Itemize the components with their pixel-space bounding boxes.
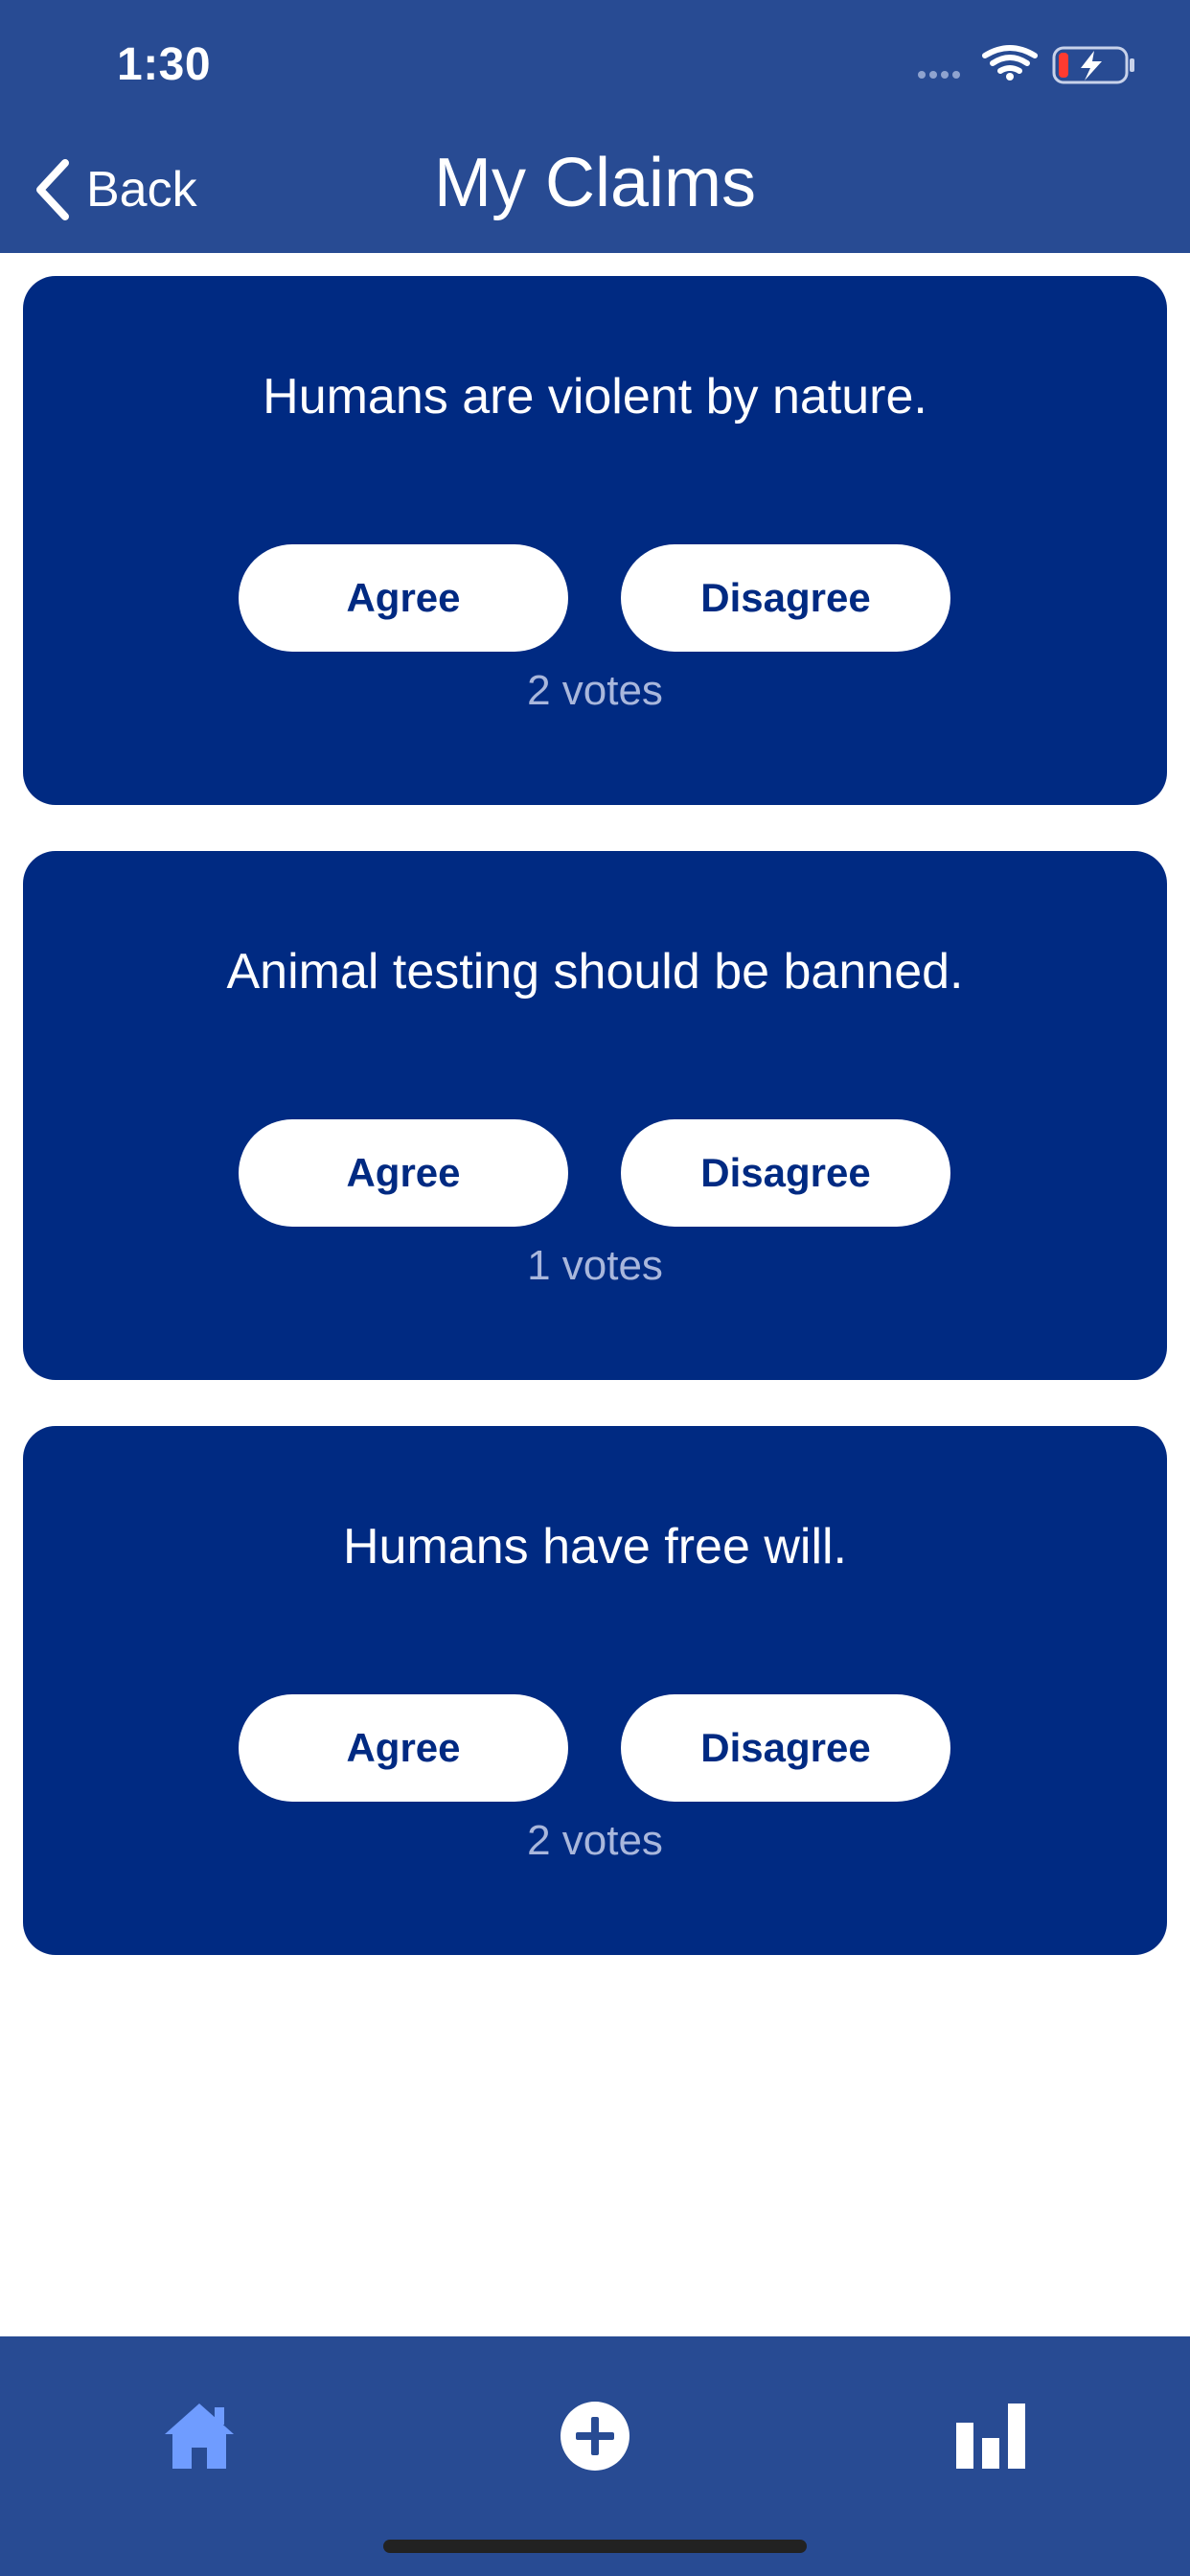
tab-add-claim[interactable] (547, 2388, 643, 2484)
bar-chart-icon (956, 2404, 1025, 2469)
disagree-button[interactable]: Disagree (621, 1694, 950, 1802)
status-bar: 1:30 (0, 0, 1190, 126)
home-icon (165, 2404, 234, 2469)
battery-charging-icon (1052, 46, 1134, 84)
add-circle-icon (561, 2402, 629, 2471)
vote-count: 1 votes (527, 1242, 663, 1289)
claims-list: Humans are violent by nature. Agree Disa… (23, 276, 1167, 2001)
status-time: 1:30 (117, 39, 212, 90)
navigation-bar: Back My Claims (0, 126, 1190, 253)
status-icons (918, 45, 1134, 84)
claim-text: Humans are violent by nature. (263, 369, 927, 425)
tab-stats[interactable] (943, 2388, 1039, 2484)
wifi-icon (982, 45, 1038, 74)
vote-count: 2 votes (527, 667, 663, 714)
home-indicator (383, 2540, 807, 2553)
tab-home[interactable] (151, 2388, 247, 2484)
signal-dots-icon (918, 71, 960, 79)
agree-button[interactable]: Agree (239, 1119, 568, 1227)
agree-button[interactable]: Agree (239, 1694, 568, 1802)
claim-card: Humans have free will. Agree Disagree 2 … (23, 1426, 1167, 1955)
claim-text: Animal testing should be banned. (226, 944, 964, 1000)
claim-card: Animal testing should be banned. Agree D… (23, 851, 1167, 1380)
claim-text: Humans have free will. (343, 1519, 847, 1575)
claim-card: Humans are violent by nature. Agree Disa… (23, 276, 1167, 805)
disagree-button[interactable]: Disagree (621, 544, 950, 652)
tab-bar (0, 2336, 1190, 2576)
vote-count: 2 votes (527, 1817, 663, 1864)
disagree-button[interactable]: Disagree (621, 1119, 950, 1227)
agree-button[interactable]: Agree (239, 544, 568, 652)
page-title: My Claims (434, 145, 756, 221)
